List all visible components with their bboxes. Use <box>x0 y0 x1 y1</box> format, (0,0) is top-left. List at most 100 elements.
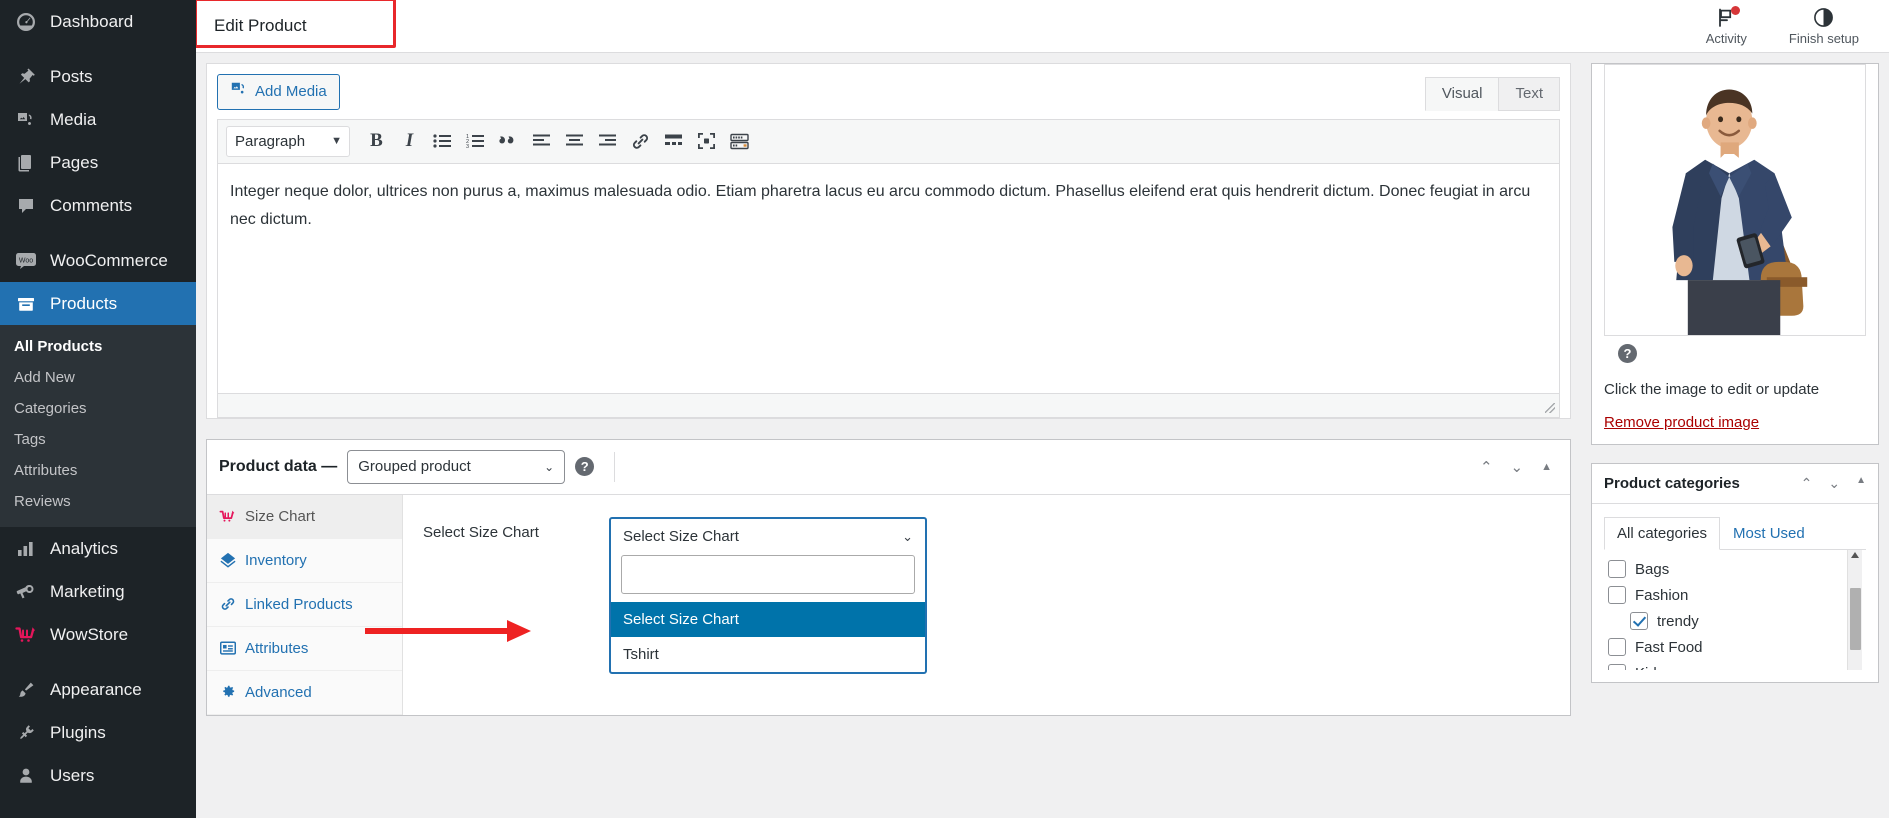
pd-tab-advanced[interactable]: Advanced <box>207 671 402 715</box>
sidebar-item-users[interactable]: Users <box>0 754 196 797</box>
remove-product-image-link[interactable]: Remove product image <box>1604 398 1759 431</box>
inventory-icon <box>219 552 236 568</box>
pages-icon <box>14 151 38 175</box>
tab-all-categories[interactable]: All categories <box>1604 517 1721 550</box>
size-chart-dropdown[interactable]: Select Size Chart ⌄ Select Size Chart Ts… <box>609 516 927 674</box>
size-chart-dropdown-head[interactable]: Select Size Chart ⌄ <box>611 519 925 555</box>
move-down-icon[interactable]: ⌄ <box>1511 458 1524 476</box>
sidebar-item-label: Marketing <box>50 581 125 601</box>
pd-tab-label: Advanced <box>245 683 312 701</box>
sidebar-item-categories[interactable]: Categories <box>0 393 196 424</box>
checkbox-icon[interactable] <box>1608 638 1626 656</box>
sidebar-item-dashboard[interactable]: Dashboard <box>0 0 196 43</box>
sidebar-item-add-new[interactable]: Add New <box>0 362 196 393</box>
category-item-bags[interactable]: Bags <box>1608 556 1866 582</box>
category-item-fast-food[interactable]: Fast Food <box>1608 634 1866 660</box>
product-image-body: ? Click the image to edit or update Remo… <box>1592 64 1878 444</box>
add-media-icon <box>230 80 248 104</box>
scroll-up-arrow-icon[interactable] <box>1851 552 1859 558</box>
paragraph-format-select[interactable]: Paragraph <box>226 125 350 157</box>
category-item-fashion[interactable]: Fashion <box>1608 582 1866 608</box>
finish-setup-button[interactable]: Finish setup <box>1789 7 1859 46</box>
checkbox-icon[interactable] <box>1608 586 1626 604</box>
attributes-icon <box>219 641 236 656</box>
scrollbar-thumb[interactable] <box>1850 588 1861 650</box>
bold-icon[interactable]: B <box>360 126 393 156</box>
collapse-icon[interactable]: ▲ <box>1541 461 1552 473</box>
product-type-select[interactable]: Grouped product <box>347 449 566 484</box>
product-data-header: Product data — Grouped product ⌄ ? ⌃ ⌄ ▲ <box>207 440 1570 495</box>
editor-resize-handle[interactable] <box>217 393 1560 418</box>
brush-icon <box>14 678 38 702</box>
numbered-list-icon[interactable]: 123 <box>459 126 492 156</box>
blockquote-icon[interactable] <box>492 126 525 156</box>
category-list-scrollbar[interactable] <box>1847 550 1862 670</box>
move-up-icon[interactable]: ⌃ <box>1480 458 1493 476</box>
topbar-actions: Activity Finish setup <box>1705 5 1889 46</box>
checkbox-icon[interactable] <box>1608 560 1626 578</box>
sidebar-item-analytics[interactable]: Analytics <box>0 527 196 570</box>
sidebar-item-pages[interactable]: Pages <box>0 141 196 184</box>
category-label: Fast Food <box>1635 638 1703 656</box>
italic-icon[interactable]: I <box>393 126 426 156</box>
category-item-kids[interactable]: Kids <box>1608 660 1866 670</box>
sidebar-item-wowstore[interactable]: WowStore <box>0 613 196 656</box>
move-down-icon[interactable]: ⌄ <box>1828 475 1840 492</box>
editor-content-area[interactable]: Integer neque dolor, ultrices non purus … <box>217 163 1560 394</box>
size-chart-option-tshirt[interactable]: Tshirt <box>611 637 925 672</box>
tab-text[interactable]: Text <box>1498 76 1560 111</box>
size-chart-option-placeholder[interactable]: Select Size Chart <box>611 601 925 637</box>
sidebar-item-attributes[interactable]: Attributes <box>0 455 196 486</box>
checkbox-checked-icon[interactable] <box>1630 612 1648 630</box>
sidebar-item-media[interactable]: Media <box>0 98 196 141</box>
pd-tab-linked-products[interactable]: Linked Products <box>207 583 402 627</box>
link-icon[interactable] <box>624 126 657 156</box>
sidebar-item-posts[interactable]: Posts <box>0 55 196 98</box>
category-item-trendy[interactable]: trendy <box>1608 608 1866 634</box>
link-icon <box>219 596 236 612</box>
tab-most-used[interactable]: Most Used <box>1720 517 1818 550</box>
activity-button[interactable]: Activity <box>1705 5 1747 46</box>
sidebar-item-products[interactable]: Products <box>0 282 196 325</box>
product-image-note: Click the image to edit or update <box>1604 381 1820 398</box>
align-right-icon[interactable] <box>591 126 624 156</box>
read-more-icon[interactable] <box>657 126 690 156</box>
size-chart-search-input[interactable] <box>622 555 914 593</box>
pd-tab-attributes[interactable]: Attributes <box>207 627 402 671</box>
toolbar-toggle-icon[interactable] <box>723 126 756 156</box>
tab-visual[interactable]: Visual <box>1424 76 1500 111</box>
bulleted-list-icon[interactable] <box>426 126 459 156</box>
sidebar-item-appearance[interactable]: Appearance <box>0 668 196 711</box>
collapse-icon[interactable]: ▲ <box>1856 475 1866 492</box>
sidebar-divider-2 <box>0 227 196 239</box>
activity-label: Activity <box>1705 30 1747 46</box>
svg-text:3: 3 <box>466 144 469 149</box>
sidebar-item-all-products[interactable]: All Products <box>0 331 196 362</box>
product-image-panel: ? Click the image to edit or update Remo… <box>1591 63 1879 445</box>
top-bar: Edit Product Activity Finish setup <box>196 0 1889 53</box>
product-image-thumbnail[interactable] <box>1604 64 1866 336</box>
sidebar-item-plugins[interactable]: Plugins <box>0 711 196 754</box>
add-media-button[interactable]: Add Media <box>217 74 340 110</box>
product-data-title: Product data — <box>219 457 338 475</box>
move-up-icon[interactable]: ⌃ <box>1801 475 1813 492</box>
sidebar-item-marketing[interactable]: Marketing <box>0 570 196 613</box>
sidebar-item-woocommerce[interactable]: Woo WooCommerce <box>0 239 196 282</box>
sidebar-item-comments[interactable]: Comments <box>0 184 196 227</box>
size-chart-selected-value: Select Size Chart <box>623 528 739 545</box>
pd-tab-size-chart[interactable]: Size Chart <box>207 494 402 539</box>
sidebar-item-reviews[interactable]: Reviews <box>0 486 196 517</box>
checkbox-icon[interactable] <box>1608 664 1626 670</box>
content-columns: Add Media Visual Text Paragraph ▼ B I 1 … <box>196 0 1889 818</box>
sidebar-item-tags[interactable]: Tags <box>0 424 196 455</box>
editor-mode-tabs: Visual Text <box>1424 76 1560 111</box>
product-image-help-icon[interactable]: ? <box>1618 344 1637 363</box>
product-type-help-icon[interactable]: ? <box>575 457 595 476</box>
progress-circle-icon <box>1813 7 1834 29</box>
editor-toolbar: Paragraph ▼ B I 123 <box>217 118 1560 164</box>
fullscreen-icon[interactable] <box>690 126 723 156</box>
align-left-icon[interactable] <box>525 126 558 156</box>
align-center-icon[interactable] <box>558 126 591 156</box>
post-editor: Add Media Visual Text Paragraph ▼ B I 1 … <box>206 63 1571 419</box>
pd-tab-inventory[interactable]: Inventory <box>207 539 402 583</box>
